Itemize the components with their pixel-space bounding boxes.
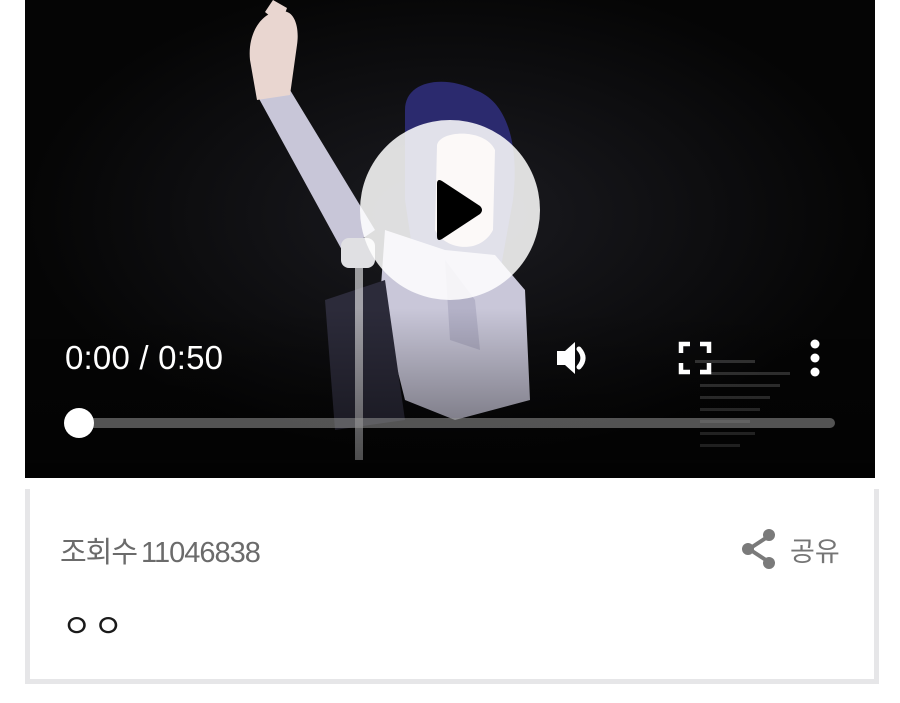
fullscreen-icon [678,341,712,375]
volume-button[interactable] [553,336,597,380]
play-icon [437,180,482,240]
share-label: 공유 [790,536,840,568]
progress-scrubber[interactable] [64,408,94,438]
duration: 0:50 [158,339,224,376]
view-count-number: 11046838 [141,537,261,569]
controls-gradient [25,308,875,478]
play-button[interactable] [360,120,540,300]
fullscreen-button[interactable] [677,340,713,376]
video-post-page: 0:00 / 0:50 조회수 11046838 공유 ㅇㅇ [0,0,900,703]
share-icon [742,529,775,569]
more-vertical-icon [810,339,820,377]
view-count: 조회수 11046838 [60,529,261,571]
current-time: 0:00 [65,339,131,376]
share-button[interactable]: 공유 [740,527,840,571]
time-separator: / [139,339,149,376]
time-display: 0:00 / 0:50 [65,338,223,378]
view-count-label: 조회수 [60,537,138,569]
volume-icon [557,342,586,374]
progress-bar[interactable] [79,418,835,428]
more-options-button[interactable] [805,338,825,378]
video-info-card: 조회수 11046838 공유 ㅇㅇ [25,489,879,684]
video-player[interactable]: 0:00 / 0:50 [25,0,875,478]
post-title: ㅇㅇ [62,607,125,645]
